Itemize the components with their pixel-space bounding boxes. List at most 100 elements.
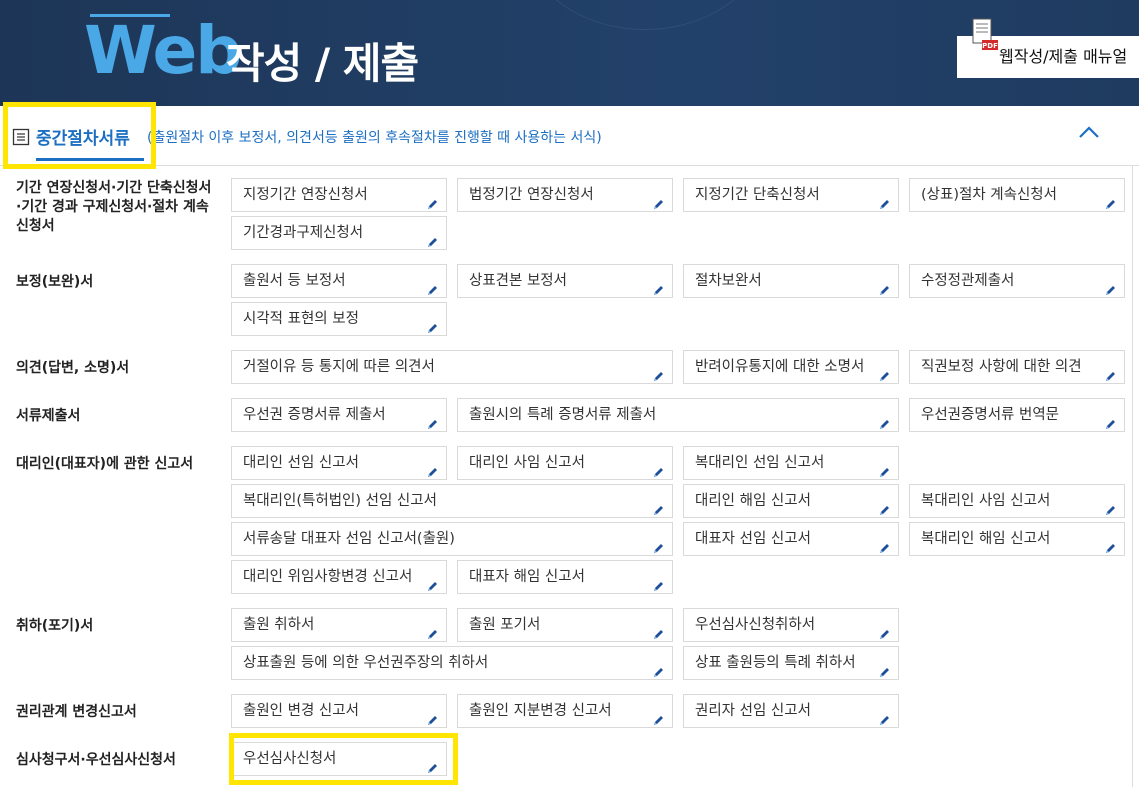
form-button-label: 절차보완서 — [695, 273, 762, 289]
chevron-up-icon[interactable] — [1078, 124, 1100, 140]
row-label: 의견(답변, 소명)서 — [16, 360, 130, 376]
form-button-label: 직권보정 사항에 대한 의견 — [921, 359, 1082, 375]
form-button[interactable]: 우선권증명서류 번역문 — [909, 398, 1125, 432]
form-button[interactable]: (상표)절차 계속신청서 — [909, 178, 1125, 212]
form-button-label: 출원인 변경 신고서 — [243, 703, 359, 719]
row-label: 취하(포기)서 — [16, 618, 94, 634]
form-button[interactable]: 상표출원 등에 의한 우선권주장의 취하서 — [231, 646, 673, 680]
form-button-label: 출원 포기서 — [469, 617, 541, 633]
form-button[interactable]: 대리인 해임 신고서 — [683, 484, 899, 518]
form-button-label: 우선심사신청취하서 — [695, 617, 816, 633]
row-label: 기간 연장신청서·기간 단축신청서 ·기간 경과 구제신청서·절차 계속신청서 — [16, 179, 211, 236]
form-button-label: 우선권증명서류 번역문 — [921, 407, 1060, 423]
form-button-label: 시각적 표현의 보정 — [243, 311, 359, 327]
row-label-line: 신청서 — [16, 218, 55, 234]
form-button-label: 우선권 증명서류 제출서 — [243, 407, 386, 423]
pen-icon — [879, 362, 890, 381]
pen-icon — [1105, 276, 1116, 295]
form-button-label: 복대리인(특허법인) 선임 신고서 — [243, 493, 437, 509]
form-button-label: 법정기간 연장신청서 — [469, 187, 594, 203]
form-button[interactable]: 복대리인 사임 신고서 — [909, 484, 1125, 518]
form-button[interactable]: 출원 취하서 — [231, 608, 447, 642]
form-button[interactable]: 대리인 사임 신고서 — [457, 446, 673, 480]
form-button[interactable]: 대리인 위임사항변경 신고서 — [231, 560, 447, 594]
form-button-label: 출원 취하서 — [243, 617, 315, 633]
form-button[interactable]: 거절이유 등 통지에 따른 의견서 — [231, 350, 673, 384]
form-button[interactable]: 우선권 증명서류 제출서 — [231, 398, 447, 432]
pen-icon — [427, 410, 438, 429]
form-button[interactable]: 법정기간 연장신청서 — [457, 178, 673, 212]
form-button-label: 대리인 위임사항변경 신고서 — [243, 569, 413, 585]
pen-icon — [1105, 362, 1116, 381]
pen-icon — [1105, 190, 1116, 209]
form-button-label: 반려이유통지에 대한 소명서 — [695, 359, 865, 375]
form-button-label: 대리인 사임 신고서 — [469, 455, 585, 471]
pen-icon — [653, 658, 664, 677]
pen-icon — [427, 620, 438, 639]
pen-icon — [653, 496, 664, 515]
form-button[interactable]: 서류송달 대표자 선임 신고서(출원) — [231, 522, 673, 556]
form-button[interactable]: 대리인 선임 신고서 — [231, 446, 447, 480]
pen-icon — [653, 276, 664, 295]
form-button[interactable]: 복대리인 선임 신고서 — [683, 446, 899, 480]
form-button-label: 복대리인 사임 신고서 — [921, 493, 1051, 509]
form-button-label: 기간경과구제신청서 — [243, 225, 364, 241]
form-button[interactable]: 출원인 변경 신고서 — [231, 694, 447, 728]
form-button[interactable]: 출원서 등 보정서 — [231, 264, 447, 298]
pen-icon — [653, 534, 664, 553]
pen-icon — [879, 620, 890, 639]
pdf-icon[interactable]: PDF — [972, 18, 998, 52]
form-button[interactable]: 출원 포기서 — [457, 608, 673, 642]
form-button-label: 복대리인 해임 신고서 — [921, 531, 1051, 547]
form-button[interactable]: 기간경과구제신청서 — [231, 216, 447, 250]
form-button-label: 출원서 등 보정서 — [243, 273, 346, 289]
banner-decoration — [520, 0, 770, 30]
form-button[interactable]: 복대리인(특허법인) 선임 신고서 — [231, 484, 673, 518]
form-button[interactable]: 출원인 지분변경 신고서 — [457, 694, 673, 728]
pen-icon — [653, 706, 664, 725]
form-button-label: 복대리인 선임 신고서 — [695, 455, 825, 471]
row-label-line: 기간 연장신청서·기간 단축신청서 — [16, 180, 212, 196]
form-button-label: 상표출원 등에 의한 우선권주장의 취하서 — [243, 655, 489, 671]
panel-right-border — [1132, 166, 1133, 787]
form-button[interactable]: 수정정관제출서 — [909, 264, 1125, 298]
row-label-line: ·기간 경과 구제신청서·절차 계속 — [16, 199, 209, 215]
form-button[interactable]: 상표견본 보정서 — [457, 264, 673, 298]
form-button-label: 출원시의 특례 증명서류 제출서 — [469, 407, 657, 423]
form-button[interactable]: 지정기간 단축신청서 — [683, 178, 899, 212]
form-button[interactable]: 상표 출원등의 특례 취하서 — [683, 646, 899, 680]
pen-icon — [653, 572, 664, 591]
pen-icon — [879, 410, 890, 429]
row-label: 대리인(대표자)에 관한 신고서 — [16, 456, 194, 472]
pen-icon — [879, 276, 890, 295]
pen-icon — [653, 362, 664, 381]
pen-icon — [879, 706, 890, 725]
form-button[interactable]: 대표자 선임 신고서 — [683, 522, 899, 556]
form-button[interactable]: 시각적 표현의 보정 — [231, 302, 447, 336]
form-button[interactable]: 출원시의 특례 증명서류 제출서 — [457, 398, 899, 432]
row-label: 보정(보완)서 — [16, 274, 94, 290]
pen-icon — [1105, 410, 1116, 429]
form-button[interactable]: 절차보완서 — [683, 264, 899, 298]
pen-icon — [427, 314, 438, 333]
form-button[interactable]: 지정기간 연장신청서 — [231, 178, 447, 212]
form-button-label: 권리자 선임 신고서 — [695, 703, 811, 719]
form-button[interactable]: 복대리인 해임 신고서 — [909, 522, 1125, 556]
form-button-label: 지정기간 연장신청서 — [243, 187, 368, 203]
form-button[interactable]: 반려이유통지에 대한 소명서 — [683, 350, 899, 384]
pen-icon — [879, 190, 890, 209]
form-button[interactable]: 권리자 선임 신고서 — [683, 694, 899, 728]
form-button-label: 대표자 선임 신고서 — [695, 531, 811, 547]
pen-icon — [653, 190, 664, 209]
row-label: 심사청구서·우선심사신청서 — [16, 752, 176, 768]
pen-icon — [427, 706, 438, 725]
form-button[interactable]: 우선심사신청취하서 — [683, 608, 899, 642]
form-button-label: 출원인 지분변경 신고서 — [469, 703, 612, 719]
form-button[interactable]: 직권보정 사항에 대한 의견 — [909, 350, 1125, 384]
pen-icon — [427, 458, 438, 477]
pen-icon — [1105, 496, 1116, 515]
highlight-priority-exam — [229, 733, 458, 785]
pen-icon — [427, 276, 438, 295]
section-description: (출원절차 이후 보정서, 의견서등 출원의 후속절차를 진행할 때 사용하는 … — [147, 130, 602, 146]
form-button[interactable]: 대표자 해임 신고서 — [457, 560, 673, 594]
